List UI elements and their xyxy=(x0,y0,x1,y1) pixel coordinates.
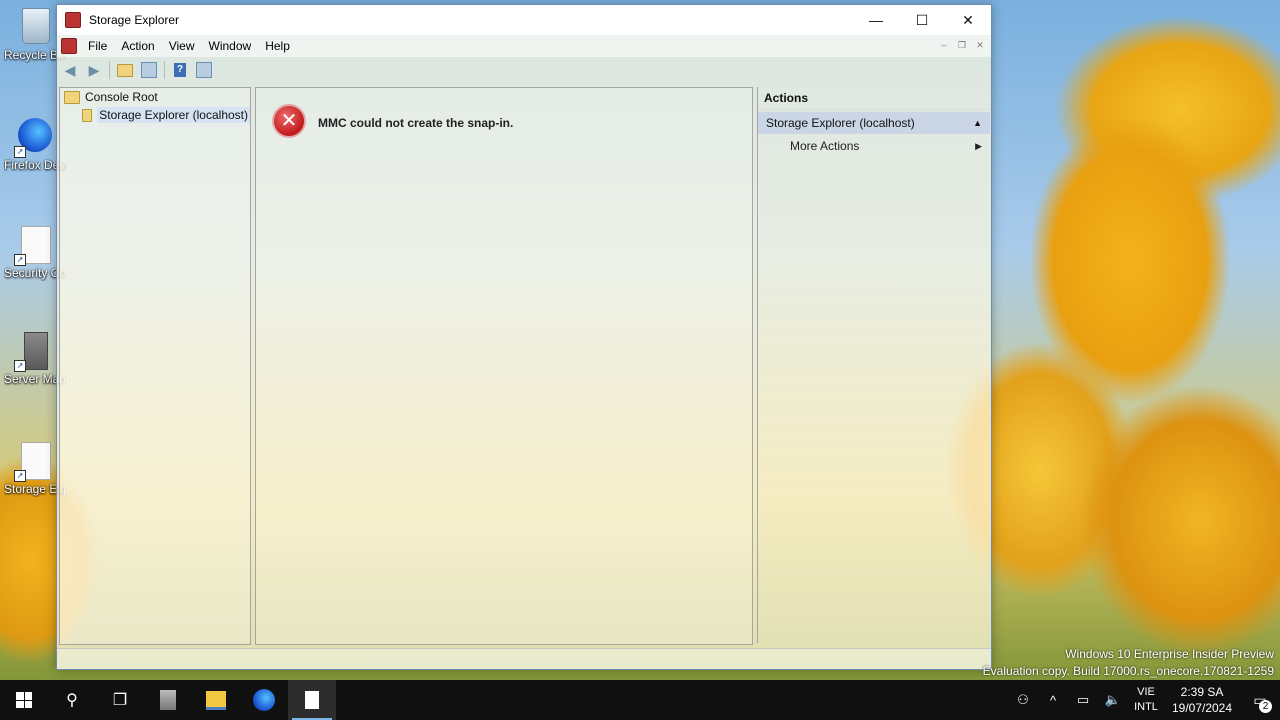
watermark-line-2: Evaluation copy. Build 17000.rs_onecore.… xyxy=(982,664,1274,678)
mdi-controls: – ❐ ✕ xyxy=(937,39,987,51)
help-icon[interactable]: ? xyxy=(169,60,191,80)
mdi-minimize-button[interactable]: – xyxy=(937,39,951,51)
show-hide-tree-icon[interactable] xyxy=(138,60,160,80)
clock-time: 2:39 SA xyxy=(1180,685,1224,699)
minimize-button[interactable]: — xyxy=(853,5,899,35)
actions-item-more-actions[interactable]: More Actions ▶ xyxy=(758,134,990,158)
actions-item-label: More Actions xyxy=(790,139,860,153)
volume-muted-icon[interactable]: 🔈 xyxy=(1098,692,1128,708)
mmc-window: Storage Explorer — ☐ ✕ File Action View … xyxy=(56,4,992,670)
recycle-bin-icon xyxy=(18,8,52,46)
taskbar-server-manager[interactable] xyxy=(144,680,192,720)
taskbar-file-explorer[interactable] xyxy=(192,680,240,720)
mmc-app-icon[interactable] xyxy=(65,12,81,28)
toolbar: ◀ ▶ ? xyxy=(57,57,991,83)
lang-line-2: INTL xyxy=(1134,701,1158,713)
task-view-button[interactable]: ❐ xyxy=(96,680,144,720)
taskbar-firefox[interactable] xyxy=(240,680,288,720)
forward-icon[interactable]: ▶ xyxy=(83,60,105,80)
submenu-arrow-icon: ▶ xyxy=(975,141,982,151)
back-icon[interactable]: ◀ xyxy=(59,60,81,80)
show-hide-action-pane-icon[interactable] xyxy=(193,60,215,80)
toolbar-divider xyxy=(109,61,110,79)
console-tree: Console Root Storage Explorer (localhost… xyxy=(59,87,251,645)
watermark-line-1: Windows 10 Enterprise Insider Preview xyxy=(1065,647,1274,661)
server-manager-icon xyxy=(160,690,176,710)
menu-bar: File Action View Window Help – ❐ ✕ xyxy=(57,35,991,57)
search-button[interactable]: ⚲ xyxy=(48,680,96,720)
menu-help[interactable]: Help xyxy=(260,39,299,53)
shortcut-arrow-icon: ↗ xyxy=(14,146,26,158)
shortcut-arrow-icon: ↗ xyxy=(14,360,26,372)
taskbar-storage-explorer[interactable] xyxy=(288,680,336,720)
notification-count-badge: 2 xyxy=(1259,699,1272,713)
server-icon: ↗ xyxy=(14,332,52,372)
show-hidden-icons-chevron-icon[interactable]: ^ xyxy=(1038,693,1068,708)
clock[interactable]: 2:39 SA 19/07/2024 xyxy=(1164,684,1240,716)
firefox-icon: ↗ xyxy=(14,118,52,158)
window-title: Storage Explorer xyxy=(89,13,180,27)
error-message: MMC could not create the snap-in. xyxy=(318,116,514,130)
console-icon[interactable] xyxy=(61,38,77,54)
title-bar[interactable]: Storage Explorer — ☐ ✕ xyxy=(57,5,991,35)
close-button[interactable]: ✕ xyxy=(945,5,991,35)
actions-header: Actions xyxy=(758,87,990,110)
taskbar: ⚲ ❐ ⚇ ^ ▭ 🔈 VIE INTL 2:39 SA 19/07/2024 … xyxy=(0,680,1280,720)
document-icon xyxy=(305,691,319,709)
menu-action[interactable]: Action xyxy=(116,39,163,53)
input-language-indicator[interactable]: VIE INTL xyxy=(1128,685,1164,715)
start-button[interactable] xyxy=(0,680,48,720)
file-icon: ↗ xyxy=(14,442,52,482)
mdi-close-button[interactable]: ✕ xyxy=(973,39,987,51)
error-icon: ✕ xyxy=(272,104,306,138)
tree-item-console-root[interactable]: Console Root xyxy=(60,88,250,106)
task-view-icon: ❐ xyxy=(112,692,128,709)
actions-section-label: Storage Explorer (localhost) xyxy=(766,116,915,130)
network-icon[interactable]: ▭ xyxy=(1068,692,1098,708)
menu-file[interactable]: File xyxy=(83,39,116,53)
tree-item-label: Console Root xyxy=(85,90,158,104)
mdi-restore-button[interactable]: ❐ xyxy=(955,39,969,51)
file-explorer-icon xyxy=(206,690,226,710)
status-bar xyxy=(57,648,991,669)
actions-section-storage-explorer[interactable]: Storage Explorer (localhost) ▲ xyxy=(758,112,990,134)
firefox-icon xyxy=(253,689,275,711)
windows-logo-icon xyxy=(16,692,32,708)
lang-line-1: VIE xyxy=(1137,686,1155,698)
actions-pane: Actions Storage Explorer (localhost) ▲ M… xyxy=(757,87,990,643)
action-center-button[interactable]: ▭ 2 xyxy=(1240,692,1280,713)
menu-window[interactable]: Window xyxy=(204,39,261,53)
menu-view[interactable]: View xyxy=(164,39,204,53)
os-watermark: Windows 10 Enterprise Insider Preview Ev… xyxy=(983,646,1274,680)
shortcut-arrow-icon: ↗ xyxy=(14,470,26,482)
people-icon[interactable]: ⚇ xyxy=(1008,692,1038,708)
system-tray: ⚇ ^ ▭ 🔈 VIE INTL 2:39 SA 19/07/2024 ▭ 2 xyxy=(1008,680,1280,720)
toolbar-divider xyxy=(164,61,165,79)
clock-date: 19/07/2024 xyxy=(1171,701,1233,715)
result-pane: ✕ MMC could not create the snap-in. xyxy=(255,87,753,645)
shortcut-arrow-icon: ↗ xyxy=(14,254,26,266)
tree-item-storage-explorer[interactable]: Storage Explorer (localhost) xyxy=(60,106,250,124)
folder-icon xyxy=(82,108,93,122)
up-folder-icon[interactable] xyxy=(114,60,136,80)
collapse-up-icon[interactable]: ▲ xyxy=(973,112,982,134)
search-icon: ⚲ xyxy=(66,692,78,709)
file-icon: ↗ xyxy=(14,226,52,266)
maximize-button[interactable]: ☐ xyxy=(899,5,945,35)
tree-item-label: Storage Explorer (localhost) xyxy=(97,107,250,123)
folder-icon xyxy=(64,90,80,104)
